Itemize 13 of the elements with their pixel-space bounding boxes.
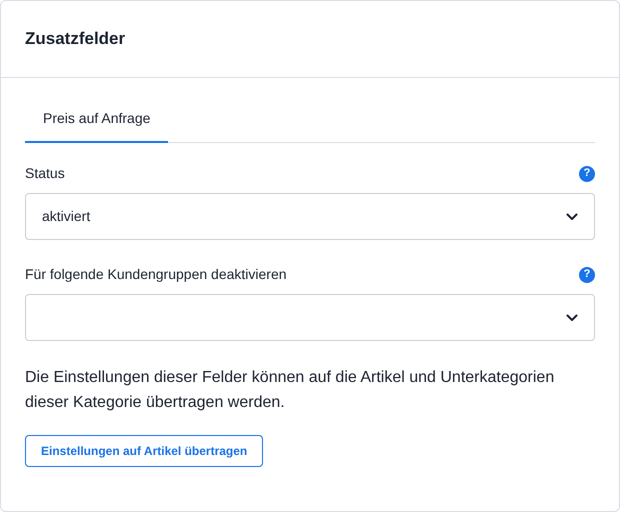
chevron-down-icon: [566, 212, 578, 220]
help-icon[interactable]: ?: [579, 166, 595, 182]
tab[interactable]: Preis auf Anfrage: [25, 108, 168, 143]
chevron-down-icon: [566, 314, 578, 322]
field-label: Für folgende Kundengruppen deaktivieren: [25, 265, 287, 284]
card-title: Zusatzfelder: [25, 28, 126, 50]
description-text: Die Einstellungen dieser Felder können auf die Artikel und Unterkategorien dieser Kategorie übertragen werden.: [25, 368, 556, 413]
select-field[interactable]: [25, 294, 595, 341]
select-field[interactable]: aktiviert: [25, 193, 595, 240]
field-label: Status: [25, 164, 65, 183]
transfer-settings-button[interactable]: Einstellungen auf Artikel übertragen: [25, 435, 264, 467]
help-icon[interactable]: ?: [579, 266, 595, 282]
select-value: aktiviert: [42, 207, 90, 226]
